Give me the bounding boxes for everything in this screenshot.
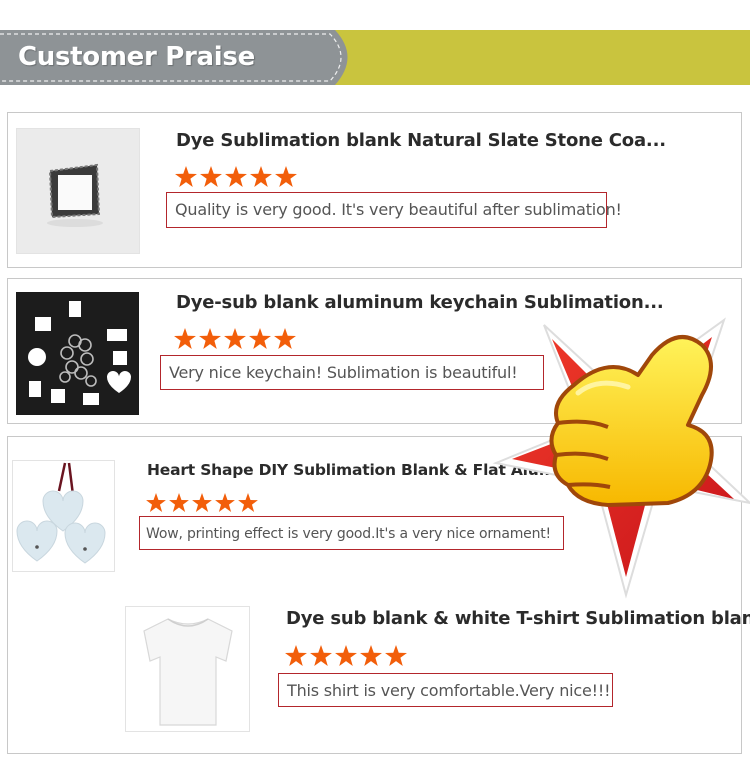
star-icon [224,328,246,349]
star-icon [192,493,212,512]
star-rating [285,645,407,666]
star-icon [175,166,197,187]
star-icon [238,493,258,512]
section-title: Customer Praise [18,42,255,72]
star-icon [215,493,235,512]
star-icon [200,166,222,187]
star-icon [360,645,382,666]
product-image-keychains[interactable] [16,292,139,415]
star-icon [335,645,357,666]
star-icon [285,645,307,666]
star-icon [249,328,271,349]
review-comment: This shirt is very comfortable.Very nice… [278,673,613,707]
star-icon [310,645,332,666]
product-image-slate-coaster[interactable] [16,128,140,254]
review-comment: Quality is very good. It's very beautifu… [166,192,622,228]
product-title[interactable]: Dye sub blank & white T-shirt Sublimatio… [286,608,750,629]
star-rating [174,328,296,349]
product-image-heart-ornaments[interactable] [12,460,115,572]
star-icon [199,328,221,349]
star-rating [146,493,258,512]
product-title[interactable]: Dye Sublimation blank Natural Slate Ston… [176,130,666,151]
star-icon [174,328,196,349]
star-icon [385,645,407,666]
star-icon [250,166,272,187]
product-title[interactable]: Dye-sub blank aluminum keychain Sublimat… [176,292,664,313]
product-image-tshirt[interactable] [125,606,250,732]
star-icon [169,493,189,512]
star-icon [274,328,296,349]
star-icon [146,493,166,512]
star-icon [275,166,297,187]
thumbs-up-icon [492,317,750,599]
star-icon [225,166,247,187]
review-comment: Very nice keychain! Sublimation is beaut… [160,355,544,390]
star-rating [175,166,297,187]
